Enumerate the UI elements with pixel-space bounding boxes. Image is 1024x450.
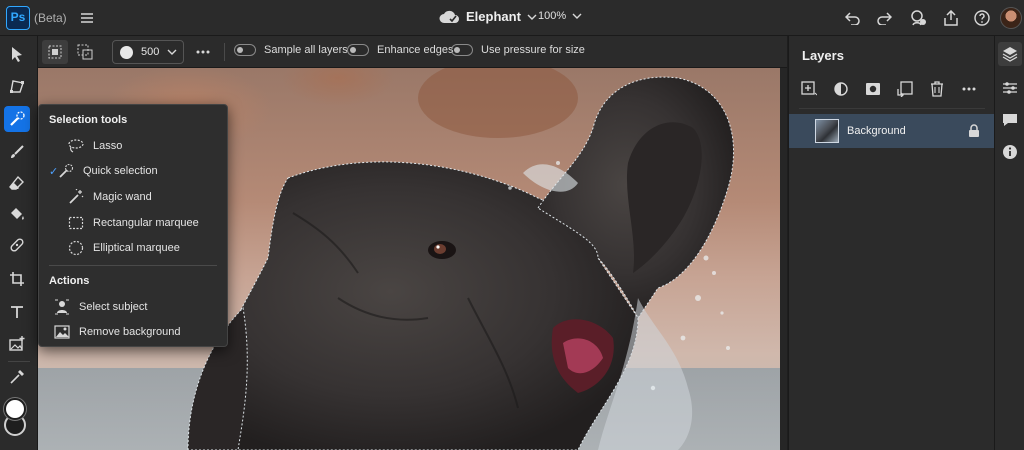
zoom-value: 100% (538, 10, 567, 22)
healing-brush-tool-icon[interactable] (4, 232, 30, 258)
info-panel-icon[interactable] (998, 140, 1022, 164)
toggle-label: Use pressure for size (481, 44, 585, 56)
divider (8, 361, 30, 362)
quick-selection-tool-icon[interactable] (4, 106, 30, 132)
redo-icon[interactable] (874, 8, 894, 28)
check-mark-icon: ✓ (49, 165, 59, 178)
menu-item-label: Elliptical marquee (93, 242, 180, 254)
more-options-icon[interactable] (190, 40, 216, 64)
add-image-tool-icon[interactable] (4, 331, 30, 357)
menu-item-label: Select subject (79, 301, 148, 313)
toggle-label: Sample all layers (264, 44, 348, 56)
layer-name: Background (847, 125, 906, 137)
menu-item-label: Quick selection (83, 165, 158, 177)
select-subject-icon (51, 299, 73, 315)
tool-bar (0, 36, 38, 450)
elliptical-marquee-icon (65, 240, 87, 256)
toggle-switch[interactable] (451, 44, 473, 56)
adjustments-panel-icon[interactable] (998, 76, 1022, 100)
undo-icon[interactable] (843, 8, 863, 28)
menu-item-label: Lasso (93, 140, 123, 152)
rectangular-marquee-icon (65, 216, 87, 230)
paint-bucket-tool-icon[interactable] (4, 201, 30, 227)
right-rail (994, 36, 1024, 450)
eraser-tool-icon[interactable] (4, 170, 30, 196)
delete-layer-icon[interactable] (927, 79, 947, 99)
actions-header: Actions (49, 275, 90, 287)
document-name: Elephant (466, 9, 521, 24)
new-selection-mode-icon[interactable] (42, 40, 68, 64)
beta-label: (Beta) (34, 11, 67, 25)
chevron-down-icon (572, 13, 582, 19)
menu-item-select-subject[interactable]: Select subject (39, 295, 227, 319)
layers-panel-icon[interactable] (998, 42, 1022, 66)
divider (224, 43, 225, 61)
divider (49, 265, 217, 266)
adjustment-layer-icon[interactable] (831, 79, 851, 99)
cloud-icon (439, 10, 459, 23)
layer-thumbnail (815, 119, 839, 143)
quick-selection-icon (55, 163, 77, 179)
magic-wand-icon (65, 189, 87, 205)
toggle-switch[interactable] (234, 44, 256, 56)
subtract-selection-mode-icon[interactable] (72, 40, 98, 64)
invite-icon[interactable] (908, 8, 928, 28)
zoom-dropdown[interactable]: 100% (538, 10, 582, 22)
use-pressure-toggle[interactable]: Use pressure for size (451, 44, 585, 56)
move-tool-icon[interactable] (4, 41, 30, 67)
menu-icon[interactable] (77, 8, 97, 28)
crop-tool-icon[interactable] (4, 266, 30, 292)
clipping-mask-icon[interactable] (895, 79, 915, 99)
selection-tools-flyout: Selection tools Lasso ✓ Quick selection … (38, 104, 228, 347)
top-bar: Ps (Beta) Elephant 100% (0, 0, 1024, 36)
user-avatar[interactable] (1000, 7, 1022, 29)
layers-panel: Layers Background (788, 36, 995, 450)
menu-item-label: Magic wand (93, 191, 152, 203)
document-title[interactable]: Elephant (438, 9, 537, 24)
brush-size-dropdown[interactable]: 500 (112, 40, 184, 64)
share-icon[interactable] (941, 8, 961, 28)
more-options-icon[interactable] (959, 79, 979, 99)
menu-item-label: Remove background (79, 326, 181, 338)
lock-icon[interactable] (968, 124, 980, 141)
lasso-icon (65, 139, 87, 153)
menu-item-lasso[interactable]: Lasso (39, 134, 227, 158)
menu-item-label: Rectangular marquee (93, 217, 199, 229)
transform-tool-icon[interactable] (4, 73, 30, 99)
enhance-edges-toggle[interactable]: Enhance edges (347, 44, 453, 56)
options-bar: 500 Sample all layers Enhance edges Use … (38, 36, 787, 68)
layers-title: Layers (802, 48, 844, 63)
add-layer-icon[interactable] (799, 79, 819, 99)
toggle-switch[interactable] (347, 44, 369, 56)
remove-background-icon (51, 325, 73, 339)
comments-panel-icon[interactable] (998, 108, 1022, 132)
eyedropper-tool-icon[interactable] (4, 364, 30, 390)
brush-preview-icon (120, 45, 133, 59)
selection-tools-header: Selection tools (49, 114, 128, 126)
chevron-down-icon (527, 14, 537, 20)
brush-size-value: 500 (141, 46, 160, 58)
photoshop-logo[interactable]: Ps (6, 6, 30, 30)
toggle-label: Enhance edges (377, 44, 454, 56)
help-icon[interactable] (972, 8, 992, 28)
menu-item-quick-selection[interactable]: ✓ Quick selection (39, 159, 227, 183)
menu-item-rectangular-marquee[interactable]: Rectangular marquee (39, 211, 227, 235)
brush-tool-icon[interactable] (4, 139, 30, 165)
menu-item-remove-background[interactable]: Remove background (39, 320, 227, 344)
menu-item-elliptical-marquee[interactable]: Elliptical marquee (39, 236, 227, 260)
sample-all-layers-toggle[interactable]: Sample all layers (234, 44, 348, 56)
layer-mask-icon[interactable] (863, 79, 883, 99)
chevron-down-icon (167, 49, 177, 55)
layer-row-background[interactable]: Background (789, 114, 995, 148)
type-tool-icon[interactable] (4, 299, 30, 325)
menu-item-magic-wand[interactable]: Magic wand (39, 185, 227, 209)
foreground-color-swatch[interactable] (4, 398, 26, 420)
divider (799, 108, 985, 109)
